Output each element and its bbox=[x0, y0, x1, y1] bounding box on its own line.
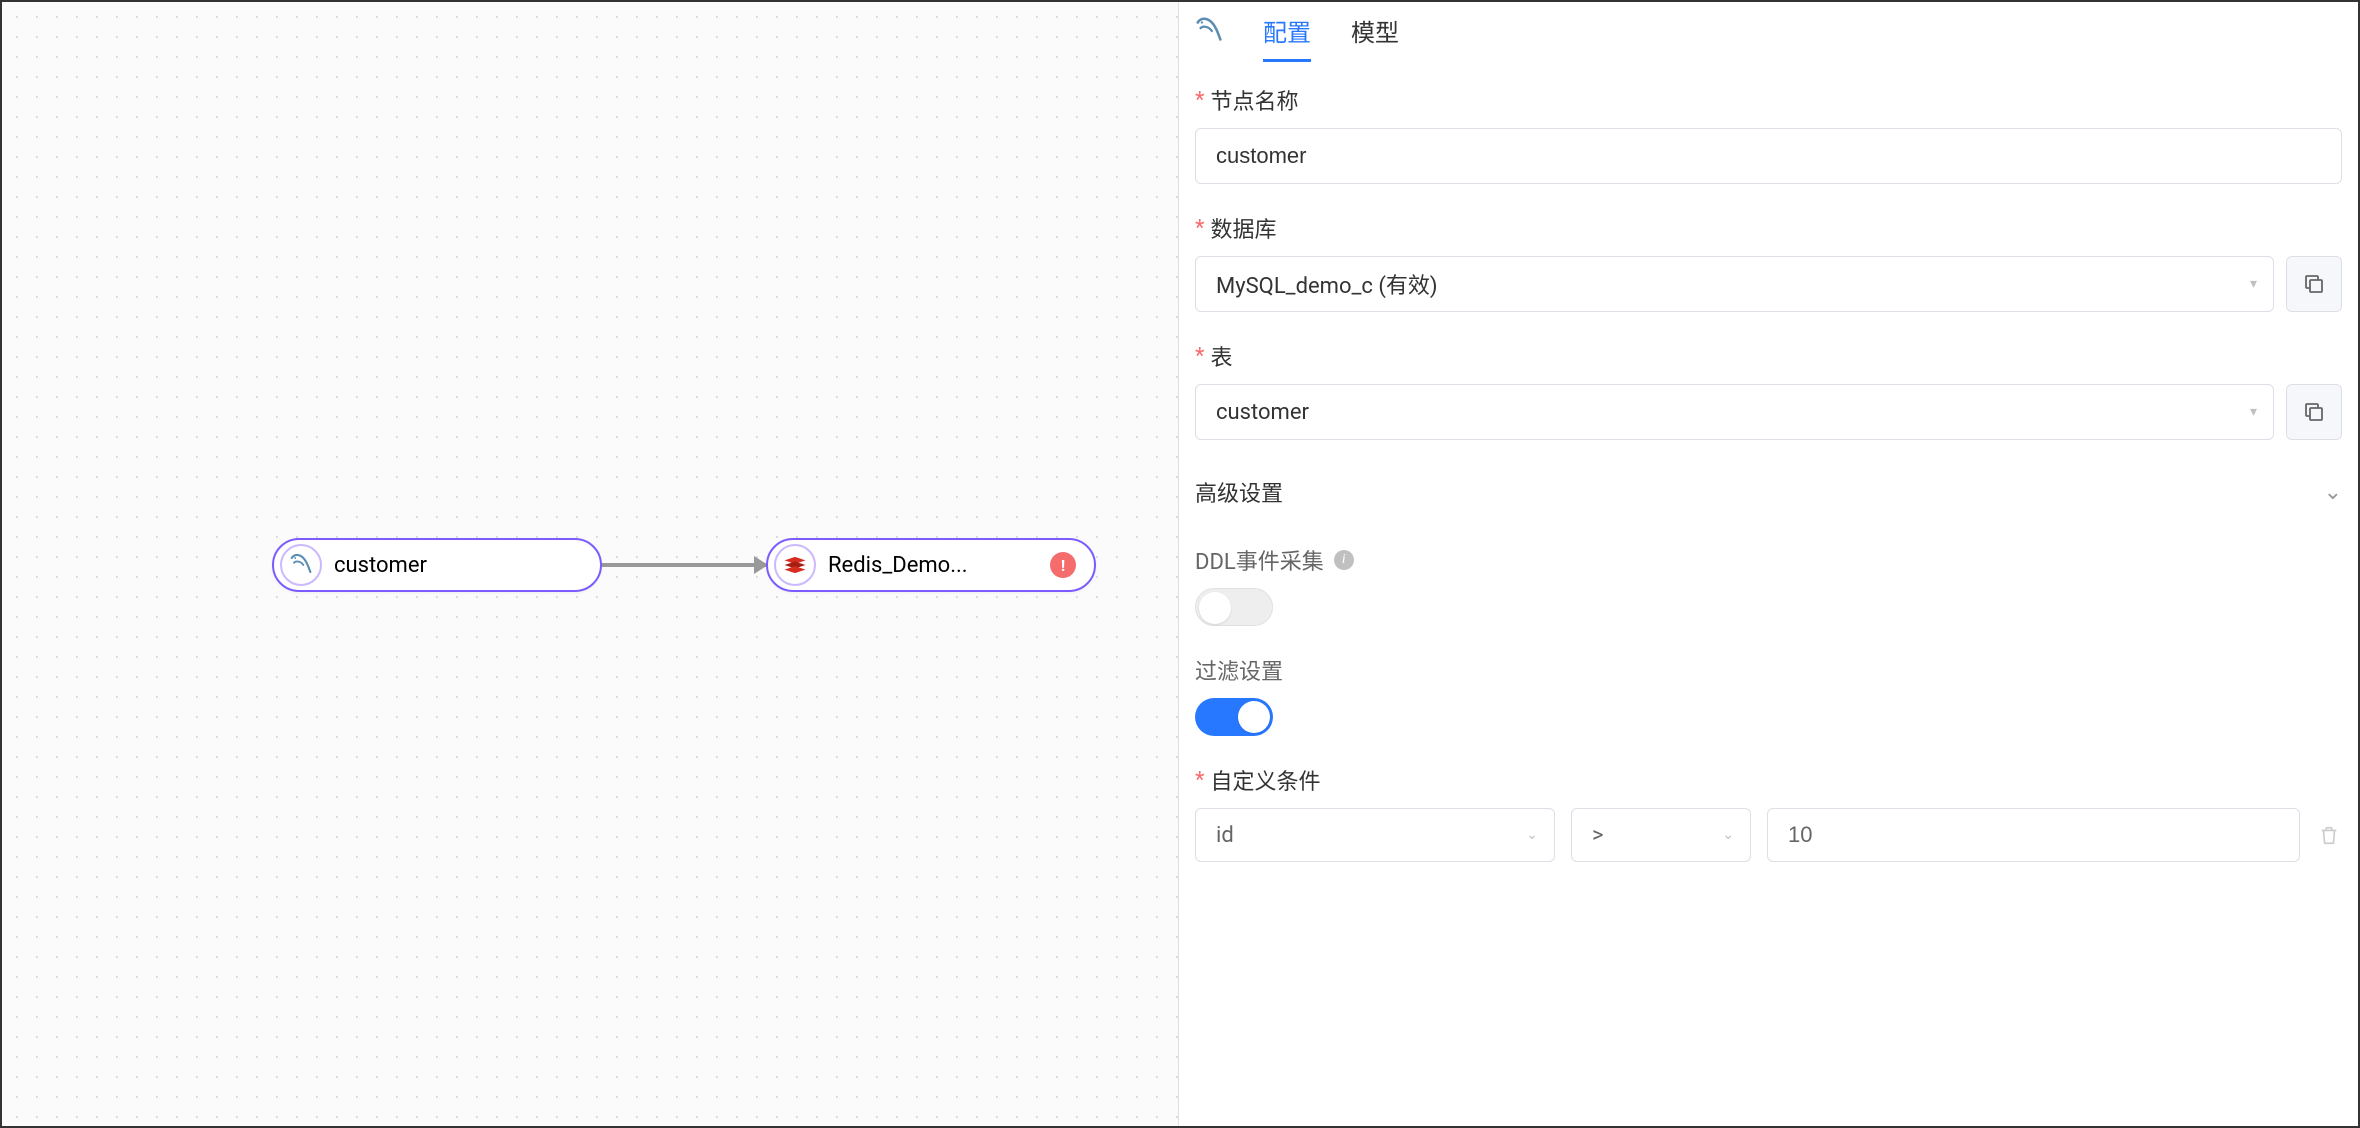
chevron-down-icon: ⌄ bbox=[1722, 827, 1734, 843]
canvas-area[interactable]: customer Redis_Demo... ! bbox=[2, 2, 1178, 1126]
database-select[interactable]: MySQL_demo_c (有效) ▾ bbox=[1195, 256, 2274, 312]
advanced-settings-header[interactable]: 高级设置 ⌄ bbox=[1195, 468, 2342, 516]
custom-condition-label: * 自定义条件 bbox=[1195, 764, 2342, 796]
tab-model[interactable]: 模型 bbox=[1331, 2, 1419, 62]
info-icon[interactable]: i bbox=[1334, 550, 1354, 570]
node-redis[interactable]: Redis_Demo... ! bbox=[766, 538, 1096, 592]
form-content: * 节点名称 * 数据库 MySQL_demo_c (有效) ▾ bbox=[1179, 60, 2358, 886]
copy-database-button[interactable] bbox=[2286, 256, 2342, 312]
field-database: * 数据库 MySQL_demo_c (有效) ▾ bbox=[1195, 212, 2342, 312]
ddl-capture-label: DDL事件采集 i bbox=[1195, 544, 2342, 576]
field-table: * 表 customer ▾ bbox=[1195, 340, 2342, 440]
tabs-bar: 配置 模型 bbox=[1179, 2, 2358, 60]
node-name-label: * 节点名称 bbox=[1195, 84, 2342, 116]
ddl-capture-toggle[interactable] bbox=[1195, 588, 1273, 626]
required-indicator: * bbox=[1195, 344, 1204, 369]
node-name-input[interactable] bbox=[1195, 128, 2342, 184]
required-indicator: * bbox=[1195, 88, 1204, 113]
field-custom-condition: * 自定义条件 id ⌄ > ⌄ bbox=[1195, 764, 2342, 862]
connection-line bbox=[602, 563, 766, 567]
redis-icon bbox=[774, 544, 816, 586]
table-select[interactable]: customer ▾ bbox=[1195, 384, 2274, 440]
table-label: * 表 bbox=[1195, 340, 2342, 372]
tab-config[interactable]: 配置 bbox=[1243, 2, 1331, 62]
filter-settings-label: 过滤设置 bbox=[1195, 654, 2342, 686]
chevron-down-icon: ▾ bbox=[2250, 276, 2257, 292]
config-panel: 配置 模型 * 节点名称 * 数据库 MySQL_de bbox=[1178, 2, 2358, 1126]
chevron-down-icon: ⌄ bbox=[1526, 827, 1538, 843]
delete-condition-button[interactable] bbox=[2316, 822, 2342, 848]
field-ddl-capture: DDL事件采集 i bbox=[1195, 544, 2342, 626]
chevron-down-icon: ▾ bbox=[2250, 404, 2257, 420]
filter-settings-toggle[interactable] bbox=[1195, 698, 1273, 736]
field-node-name: * 节点名称 bbox=[1195, 84, 2342, 184]
field-filter-settings: 过滤设置 bbox=[1195, 654, 2342, 736]
mysql-icon bbox=[280, 544, 322, 586]
condition-field-select[interactable]: id ⌄ bbox=[1195, 808, 1555, 862]
node-customer[interactable]: customer bbox=[272, 538, 602, 592]
error-badge-icon: ! bbox=[1050, 552, 1076, 578]
condition-operator-select[interactable]: > ⌄ bbox=[1571, 808, 1751, 862]
database-label: * 数据库 bbox=[1195, 212, 2342, 244]
node-redis-label: Redis_Demo... bbox=[828, 553, 1038, 578]
copy-table-button[interactable] bbox=[2286, 384, 2342, 440]
node-customer-label: customer bbox=[334, 553, 582, 578]
chevron-down-icon: ⌄ bbox=[2324, 480, 2342, 505]
required-indicator: * bbox=[1195, 216, 1204, 241]
condition-value-input[interactable] bbox=[1767, 808, 2300, 862]
required-indicator: * bbox=[1195, 768, 1204, 793]
mysql-icon bbox=[1187, 9, 1231, 53]
